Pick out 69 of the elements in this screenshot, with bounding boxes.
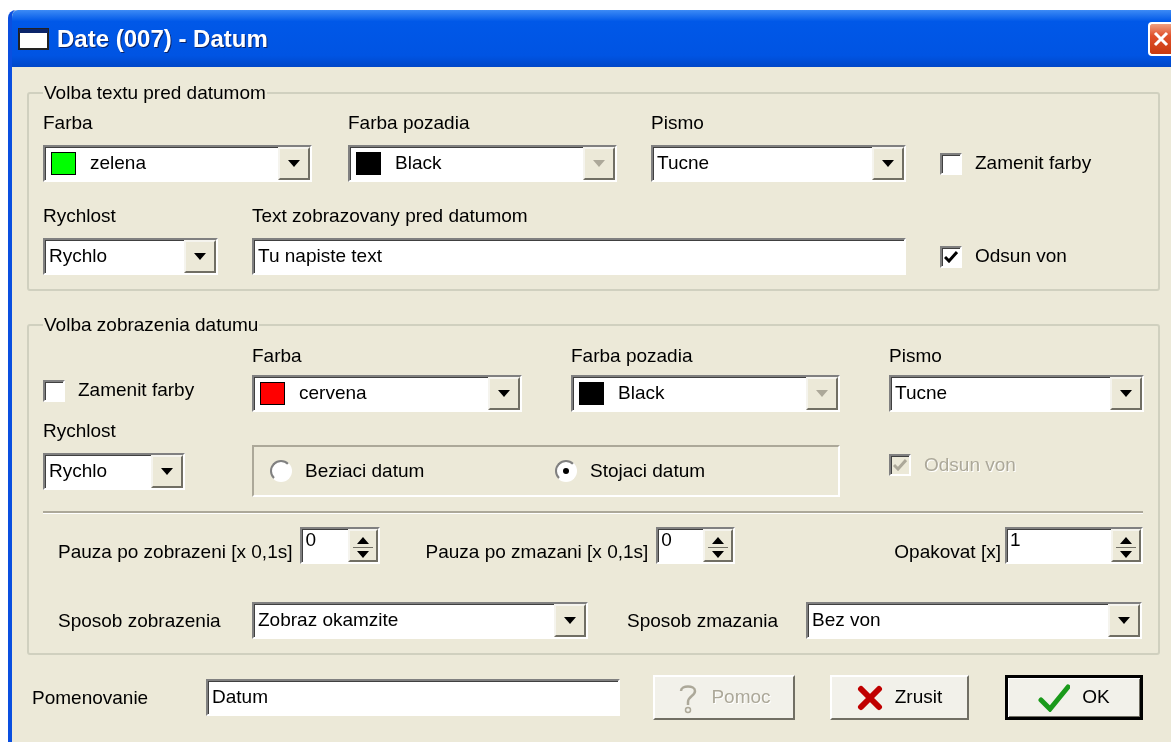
- field-label: Farba: [252, 344, 303, 368]
- field-label: Farba pozadia: [348, 111, 471, 135]
- spin-field[interactable]: 0: [300, 527, 381, 564]
- caret-icon: [1118, 617, 1130, 624]
- field-label: Pismo: [651, 111, 705, 135]
- caret-icon: [194, 253, 206, 260]
- window-title: Date (007) - Datum: [57, 23, 268, 54]
- dropdown-arrow-button[interactable]: [872, 147, 904, 180]
- dropdown[interactable]: Tucne: [889, 375, 1144, 412]
- cross-icon: [856, 684, 883, 711]
- radio-button[interactable]: [555, 460, 577, 482]
- checkbox[interactable]: [940, 152, 962, 175]
- radio-label: Stojaci datum: [590, 459, 706, 483]
- spin-buttons[interactable]: [1111, 529, 1141, 562]
- dialog-button[interactable]: Zrusit: [830, 675, 969, 720]
- window-icon: [18, 27, 49, 50]
- field-label: Pauza po zmazani [x 0,1s]: [425, 540, 649, 564]
- caret-icon: [498, 390, 510, 397]
- spin-buttons[interactable]: [703, 529, 734, 562]
- spin-field[interactable]: 1: [1005, 527, 1143, 564]
- field-label: Sposob zobrazenia: [58, 608, 222, 633]
- spin-buttons[interactable]: [348, 529, 379, 562]
- checkmark-icon: [893, 459, 907, 472]
- checkbox-label[interactable]: Zamenit farby: [78, 376, 195, 405]
- caret-icon: [161, 468, 173, 475]
- dialog-button[interactable]: OK: [1005, 675, 1143, 720]
- field-label: Opakovat [x]: [894, 540, 1001, 564]
- field-label: Sposob zmazania: [627, 608, 780, 633]
- checkbox-label[interactable]: Odsun von: [975, 242, 1067, 271]
- field-label: Farba: [43, 111, 94, 135]
- checkbox[interactable]: [43, 379, 65, 402]
- field-label: Pismo: [889, 344, 943, 368]
- dropdown-arrow-button[interactable]: [488, 377, 520, 410]
- close-icon: [1151, 29, 1170, 48]
- checkbox-label[interactable]: Zamenit farby: [975, 149, 1092, 178]
- checkmark-icon: [944, 250, 958, 263]
- field-label: Text zobrazovany pred datumom: [252, 204, 529, 228]
- dropdown-arrow-button[interactable]: [151, 455, 183, 488]
- dropdown-arrow-button[interactable]: [184, 240, 216, 273]
- dropdown-arrow-button[interactable]: [554, 604, 586, 637]
- field-label: Pomenovanie: [32, 685, 150, 710]
- dropdown-arrow-button[interactable]: [278, 147, 310, 180]
- caret-icon: [816, 390, 828, 397]
- checkmark-icon: [1038, 683, 1071, 712]
- caret-icon: [564, 617, 576, 624]
- spin-field[interactable]: 0: [656, 527, 736, 564]
- caret-icon: [1120, 390, 1132, 397]
- dropdown-arrow-button[interactable]: [1110, 377, 1142, 410]
- dropdown[interactable]: Bez von: [806, 602, 1142, 639]
- field-label: Pauza po zobrazeni [x 0,1s]: [58, 540, 293, 564]
- dropdown-arrow-button[interactable]: [1108, 604, 1140, 637]
- caret-icon: [593, 160, 605, 167]
- dropdown[interactable]: Zobraz okamzite: [252, 602, 588, 639]
- dropdown[interactable]: zelena: [43, 145, 312, 182]
- text-field[interactable]: Tu napiste text: [252, 238, 906, 275]
- radio-button[interactable]: [270, 460, 292, 482]
- dropdown[interactable]: Rychlo: [43, 238, 218, 275]
- radio-label: Beziaci datum: [305, 459, 425, 483]
- field-label: Rychlost: [43, 204, 117, 228]
- dropdown[interactable]: Tucne: [651, 145, 906, 182]
- checkbox[interactable]: [940, 245, 962, 268]
- caret-icon: [288, 160, 300, 167]
- dropdown[interactable]: cervena: [252, 375, 522, 412]
- dropdown[interactable]: Rychlo: [43, 453, 185, 490]
- close-button[interactable]: [1148, 21, 1171, 56]
- field-label: Farba pozadia: [571, 344, 694, 368]
- field-label: Rychlost: [43, 419, 117, 443]
- text-field[interactable]: Datum: [206, 679, 620, 716]
- caret-icon: [882, 160, 894, 167]
